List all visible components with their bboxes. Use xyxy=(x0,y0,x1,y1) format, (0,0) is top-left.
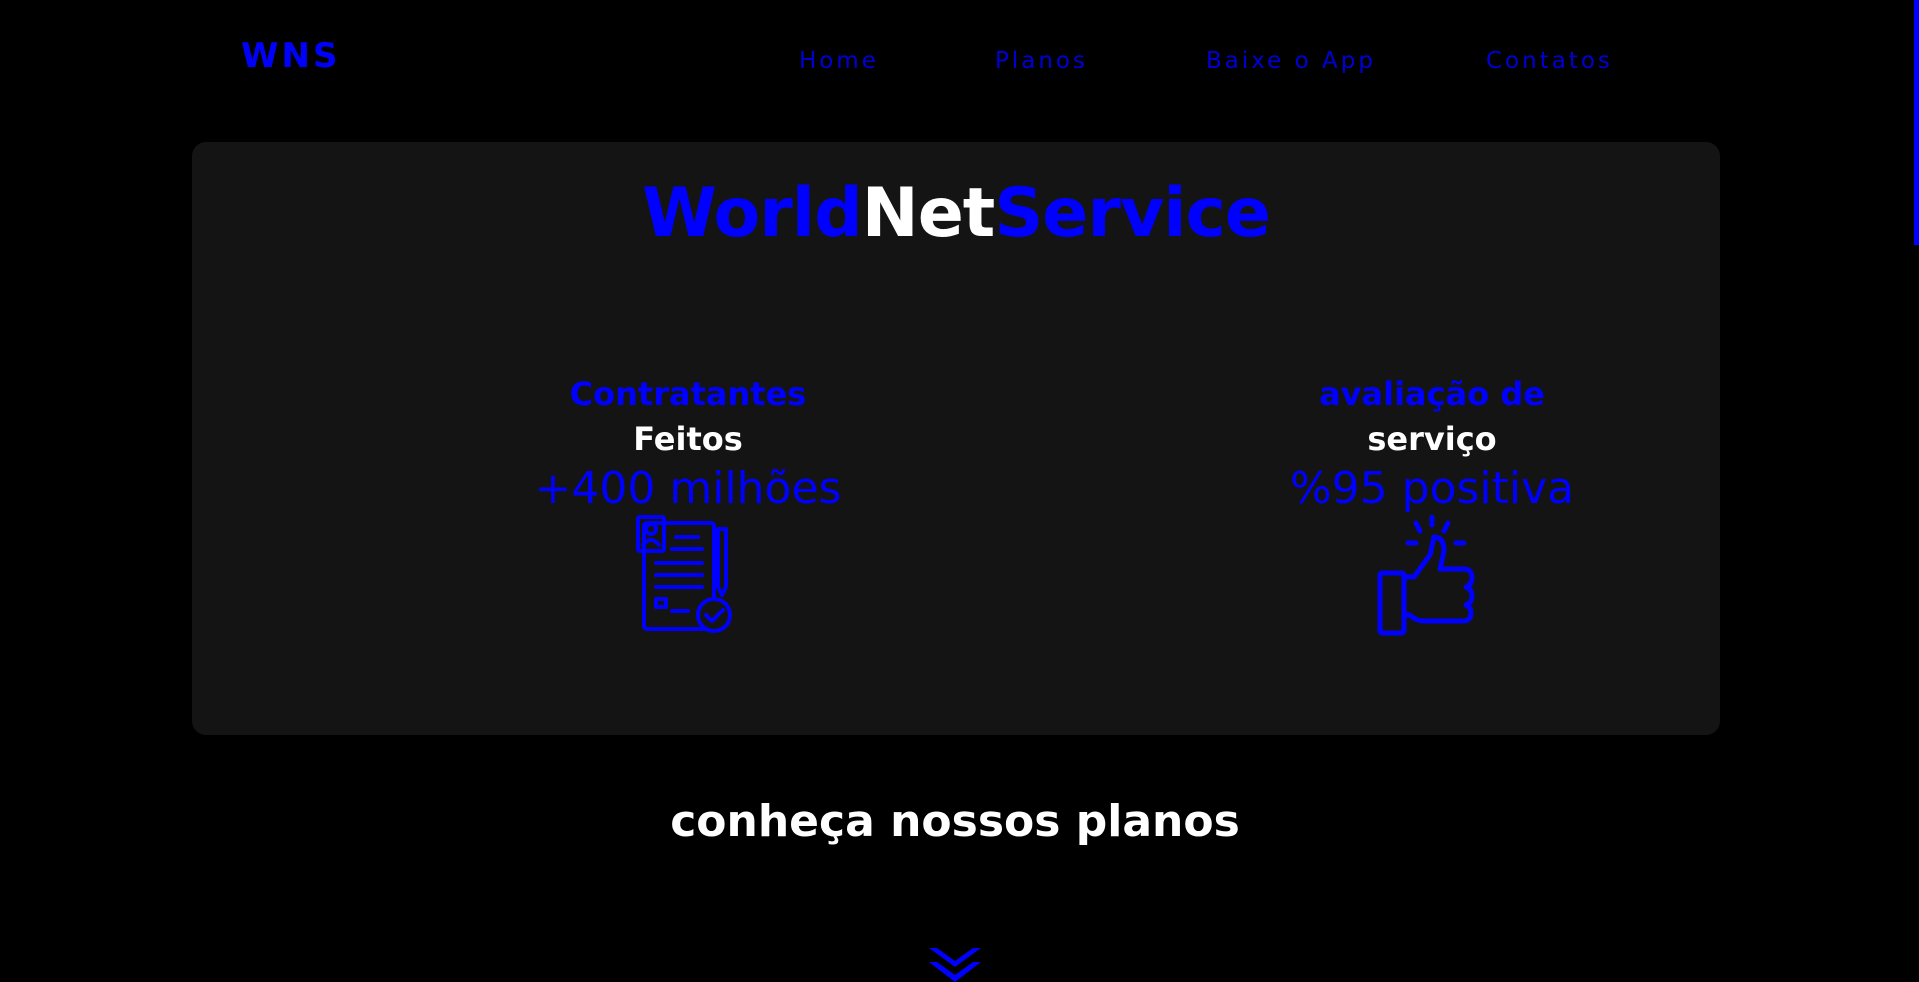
hero-title-net: Net xyxy=(861,174,996,253)
nav-planos[interactable]: Planos xyxy=(995,48,1088,74)
hero-title-service: Service xyxy=(994,174,1271,253)
nav-contatos[interactable]: Contatos xyxy=(1486,48,1613,74)
stat-value: %95 positiva xyxy=(1289,463,1575,514)
hero-card: WorldNetService Contratantes Feitos +400… xyxy=(192,142,1720,735)
scrollbar-thumb[interactable] xyxy=(1914,0,1919,245)
stat-label-primary: Contratantes xyxy=(569,375,807,413)
main-nav: Home Planos Baixe o App Contatos xyxy=(0,48,1919,78)
nav-home[interactable]: Home xyxy=(799,48,879,74)
stat-label-secondary: Feitos xyxy=(633,420,743,458)
hero-title-world: World xyxy=(641,174,863,253)
thumbs-up-icon xyxy=(1377,515,1475,636)
nav-baixe-o-app[interactable]: Baixe o App xyxy=(1206,48,1376,74)
stat-value: +400 milhões xyxy=(534,463,842,514)
plans-heading: conheça nossos planos xyxy=(670,796,1240,847)
stat-contratantes: Contratantes Feitos +400 milhões xyxy=(388,378,988,637)
double-chevron-down-icon[interactable] xyxy=(929,948,981,982)
stat-avaliacao: avaliação de serviço %95 positiva xyxy=(1132,378,1732,637)
stat-label-secondary: serviço xyxy=(1367,420,1497,458)
stat-label-primary: avaliação de xyxy=(1319,375,1545,413)
page: WNS Home Planos Baixe o App Contatos Wor… xyxy=(0,0,1919,982)
hero-title: WorldNetService xyxy=(192,180,1720,248)
contract-document-icon xyxy=(636,515,732,633)
